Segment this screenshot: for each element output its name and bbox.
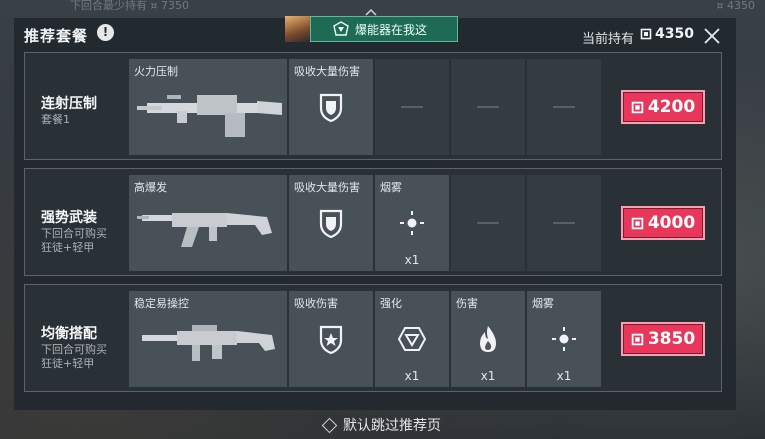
weapon-slot[interactable]: 火力压制 [129,59,287,155]
credits-holding-value: 4350 [640,26,694,42]
faded-top-right-text: ¤ 4350 [716,0,756,12]
package-subtitle-line: 套餐1 [41,113,70,126]
item-slot[interactable]: 吸收大量伤害 [289,175,373,271]
faded-top-left-text: 下回合最少持有 ¤ 7350 [70,0,189,12]
item-count: x1 [556,369,572,383]
package-subtitle: 套餐1 [41,113,70,127]
item-slot[interactable]: 吸收大量伤害 [289,59,373,155]
weapon-label: 高爆发 [134,181,167,194]
item-label: 烟雾 [532,297,554,310]
damage-flame-icon [480,326,496,352]
package-subtitle-line: 下回合可购买 [41,227,107,240]
package-subtitle: 下回合可购买 狂徒+轻甲 [41,227,107,255]
credits-holding-label: 当前持有 [582,32,635,47]
item-slot[interactable]: 烟雾 x1 [375,175,449,271]
package-row-2[interactable]: 强势武装 下回合可购买 狂徒+轻甲 高爆发 吸收大量伤害 烟雾 x1 4000 [24,168,722,276]
credits-amount: 4350 [655,26,694,42]
skip-checkbox[interactable] [321,417,338,433]
skip-recommendation-toggle[interactable]: 默认跳过推荐页 [0,414,765,436]
weapon-slot[interactable]: 稳定易操控 [129,291,287,387]
package-name: 连射压制 [41,96,97,112]
toast-text: 爆能器在我这 [355,22,428,37]
package-subtitle-line: 下回合可购买 [41,343,107,356]
empty-item-slot [451,59,525,155]
item-slot[interactable]: 烟雾 x1 [527,291,601,387]
credits-icon [631,101,644,113]
item-label: 吸收大量伤害 [294,181,360,194]
package-subtitle-line: 狂徒+轻甲 [41,241,95,254]
package-price: 4200 [647,97,696,117]
item-count: x1 [404,369,420,383]
spike-carrier-toast: 爆能器在我这 [285,16,458,42]
package-price: 3850 [647,329,696,349]
credits-icon [631,333,644,345]
item-label: 吸收大量伤害 [294,65,360,78]
page-title: 推荐套餐 [24,27,89,45]
item-count: x1 [480,369,496,383]
item-count: x1 [404,253,420,267]
empty-item-slot [527,175,601,271]
weapon-label: 稳定易操控 [134,297,189,310]
package-subtitle-line: 狂徒+轻甲 [41,357,95,370]
spike-icon [333,21,349,36]
light-armor-icon [319,325,343,354]
buy-package-button[interactable]: 3850 [621,322,705,356]
avatar [285,16,311,42]
package-name: 强势武装 [41,210,97,226]
heavy-armor-icon [319,93,343,122]
weapon-label: 火力压制 [134,65,178,78]
weapon-slot[interactable]: 高爆发 [129,175,287,271]
close-icon[interactable] [702,26,722,46]
smoke-icon [400,211,424,235]
package-price: 4000 [647,213,696,233]
empty-item-slot [527,59,601,155]
machine-gun-icon [137,95,282,137]
buy-package-button[interactable]: 4200 [621,90,705,124]
item-label: 强化 [380,297,402,310]
smoke-icon [552,327,576,351]
package-subtitle: 下回合可购买 狂徒+轻甲 [41,343,107,371]
item-slot[interactable]: 强化 x1 [375,291,449,387]
package-row-1[interactable]: 连射压制 套餐1 火力压制 吸收大量伤害 4200 [24,52,722,160]
package-name: 均衡搭配 [41,326,97,342]
enhance-icon [397,327,427,351]
credits-icon [631,217,644,229]
skip-label: 默认跳过推荐页 [343,418,441,434]
item-label: 吸收伤害 [294,297,338,310]
rifle-icon [142,325,275,361]
item-slot[interactable]: 伤害 x1 [451,291,525,387]
item-label: 伤害 [456,297,478,310]
empty-item-slot [375,59,449,155]
buy-package-button[interactable]: 4000 [621,206,705,240]
heavy-armor-icon [319,209,343,238]
credits-icon [640,28,652,40]
package-row-3[interactable]: 均衡搭配 下回合可购买 狂徒+轻甲 稳定易操控 吸收伤害 强化 x1 伤害 x1… [24,284,722,392]
item-slot[interactable]: 吸收伤害 [289,291,373,387]
chevron-up-icon [365,8,377,16]
info-icon[interactable]: ! [97,24,114,41]
empty-item-slot [451,175,525,271]
rifle-icon [137,213,272,247]
item-label: 烟雾 [380,181,402,194]
